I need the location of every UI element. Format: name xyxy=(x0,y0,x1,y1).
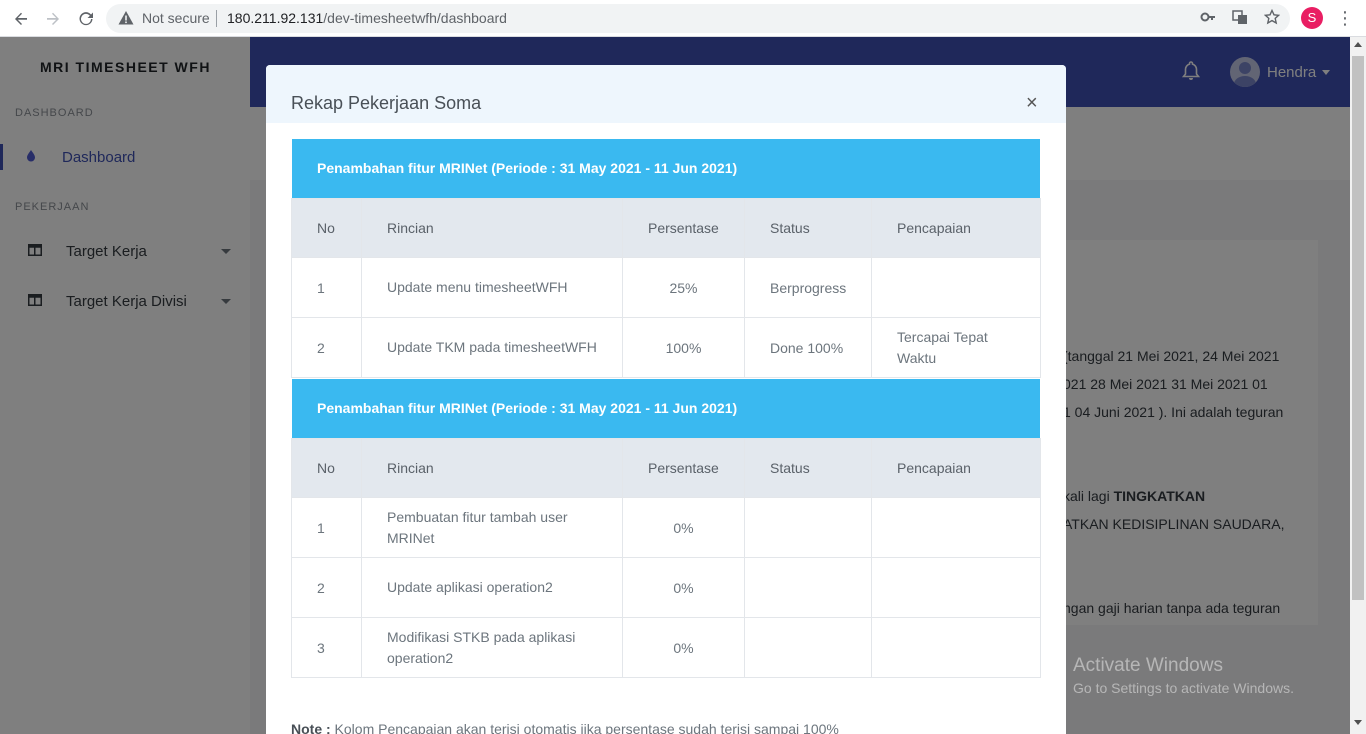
period-header: Penambahan fitur MRINet (Periode : 31 Ma… xyxy=(292,139,1040,198)
table-row: 3 Modifikasi STKB pada aplikasi operatio… xyxy=(291,618,1041,678)
table-header-row: No Rincian Persentase Status Pencapaian xyxy=(291,438,1041,498)
column-header-rincian: Rincian xyxy=(362,199,623,257)
scrollbar-thumb[interactable] xyxy=(1352,56,1364,600)
footnote: Note : Kolom Pencapaian akan terisi otom… xyxy=(291,721,839,734)
table-row: 2 Update aplikasi operation2 0% xyxy=(291,558,1041,618)
cell-no: 2 xyxy=(292,318,362,377)
warning-icon xyxy=(118,11,134,25)
separator xyxy=(216,10,217,27)
modal-title: Rekap Pekerjaan Soma xyxy=(291,93,482,113)
recap-modal: Rekap Pekerjaan Soma × Penambahan fitur … xyxy=(266,65,1066,734)
modal-header: Rekap Pekerjaan Soma × xyxy=(266,65,1066,123)
table-row: 1 Pembuatan fitur tambah user MRINet 0% xyxy=(291,498,1041,558)
cell-status xyxy=(745,618,872,677)
column-header-persentase: Persentase xyxy=(623,439,745,497)
browser-menu-icon[interactable]: ⋮ xyxy=(1336,7,1354,29)
cell-pencapaian: Tercapai Tepat Waktu xyxy=(897,328,988,366)
cell-rincian: Update menu timesheetWFH xyxy=(362,258,623,317)
cell-status xyxy=(745,498,872,557)
cell-status: Berprogress xyxy=(745,258,872,317)
browser-toolbar: Not secure 180.211.92.131/dev-timesheetw… xyxy=(0,0,1366,37)
column-header-status: Status xyxy=(745,439,872,497)
footnote-text: Kolom Pencapaian akan terisi otomatis ji… xyxy=(330,721,839,734)
security-label: Not secure xyxy=(142,10,210,26)
cell-rincian: Update aplikasi operation2 xyxy=(362,558,623,617)
address-bar[interactable]: Not secure 180.211.92.131/dev-timesheetw… xyxy=(106,4,1290,33)
key-icon[interactable] xyxy=(1199,9,1217,27)
column-header-rincian: Rincian xyxy=(362,439,623,497)
column-header-pencapaian: Pencapaian xyxy=(897,219,971,236)
cell-rincian: Update TKM pada timesheetWFH xyxy=(362,318,623,377)
activation-watermark-subtitle: Go to Settings to activate Windows. xyxy=(1073,680,1294,696)
period-header: Penambahan fitur MRINet (Periode : 31 Ma… xyxy=(292,379,1040,438)
table-row: 2 Update TKM pada timesheetWFH 100% Done… xyxy=(291,318,1041,378)
activation-watermark-title: Activate Windows xyxy=(1073,655,1223,676)
cell-rincian: Modifikasi STKB pada aplikasi operation2 xyxy=(362,618,623,677)
translate-icon[interactable] xyxy=(1231,9,1249,27)
bookmark-star-icon[interactable] xyxy=(1263,8,1281,27)
cell-status: Done 100% xyxy=(745,318,872,377)
back-icon[interactable] xyxy=(9,7,33,31)
cell-pencapaian xyxy=(872,618,1040,677)
cell-no: 2 xyxy=(292,558,362,617)
cell-no: 1 xyxy=(292,498,362,557)
cell-persentase: 25% xyxy=(623,258,745,317)
url-text[interactable]: 180.211.92.131/dev-timesheetwfh/dashboar… xyxy=(227,10,507,26)
column-header-status: Status xyxy=(745,199,872,257)
close-icon[interactable]: × xyxy=(1026,93,1038,113)
forward-icon[interactable] xyxy=(41,7,65,31)
scroll-down-arrow[interactable] xyxy=(1354,720,1362,725)
table-header-row: No Rincian Persentase Status Pencapaian xyxy=(291,198,1041,258)
cell-no: 1 xyxy=(292,258,362,317)
column-header-no: No xyxy=(292,439,362,497)
cell-pencapaian xyxy=(872,258,1040,317)
cell-persentase: 100% xyxy=(623,318,745,377)
url-host: 180.211.92.131 xyxy=(227,10,324,26)
cell-status xyxy=(745,558,872,617)
profile-avatar[interactable]: S xyxy=(1301,7,1323,29)
scroll-up-arrow[interactable] xyxy=(1354,42,1362,47)
cell-no: 3 xyxy=(292,618,362,677)
column-header-persentase: Persentase xyxy=(623,199,745,257)
cell-pencapaian xyxy=(872,558,1040,617)
column-header-pencapaian: Pencapaian xyxy=(897,459,971,476)
cell-persentase: 0% xyxy=(623,558,745,617)
footnote-label: Note : xyxy=(291,721,331,734)
url-path: /dev-timesheetwfh/dashboard xyxy=(323,10,507,26)
cell-persentase: 0% xyxy=(623,618,745,677)
reload-icon[interactable] xyxy=(74,7,98,31)
column-header-no: No xyxy=(292,199,362,257)
cell-pencapaian xyxy=(872,498,1040,557)
table-row: 1 Update menu timesheetWFH 25% Berprogre… xyxy=(291,258,1041,318)
cell-persentase: 0% xyxy=(623,498,745,557)
cell-rincian: Pembuatan fitur tambah user MRINet xyxy=(362,498,623,557)
